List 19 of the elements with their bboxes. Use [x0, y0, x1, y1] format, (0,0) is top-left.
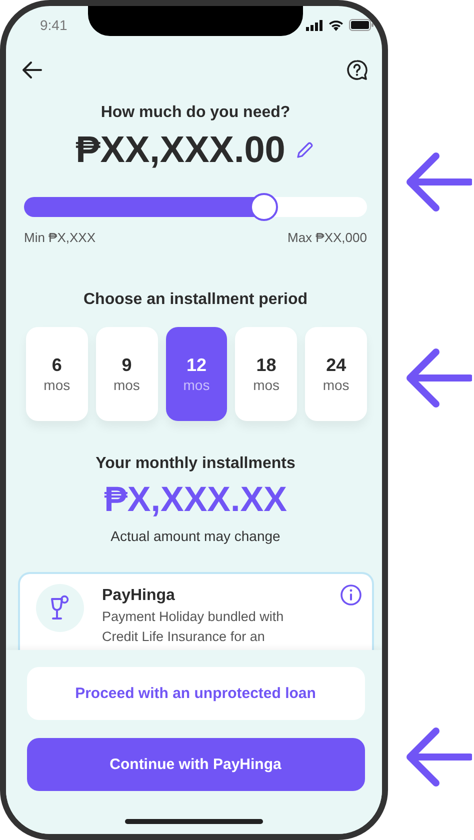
period-option[interactable]: 6 mos	[26, 327, 88, 421]
loan-amount: ₱XX,XXX.00	[76, 128, 286, 172]
continue-button[interactable]: Continue with PayHinga	[26, 738, 364, 791]
min-label: Min ₱X,XXX	[24, 230, 96, 246]
period-option[interactable]: 24 mos	[305, 327, 367, 421]
amount-note: Actual amount may change	[110, 527, 282, 545]
card-description: Payment Holiday bundled with Credit Life Insurance for an	[102, 608, 285, 646]
status-time: 9:41	[40, 17, 68, 33]
period-title: Choose an installment period	[82, 290, 309, 310]
period-option[interactable]: 12 mos	[166, 327, 228, 421]
protection-card[interactable]: PayHinga Payment Holiday bundled with Credit Life Insurance for an	[18, 572, 374, 652]
period-option[interactable]: 9 mos	[96, 327, 158, 421]
period-option[interactable]: 18 mos	[235, 327, 298, 421]
card-title: PayHinga	[102, 586, 176, 606]
monthly-title: Your monthly installments	[94, 454, 296, 474]
proceed-button[interactable]: Proceed with an unprotected loan	[26, 667, 364, 720]
amount-title: How much do you need?	[100, 103, 292, 123]
max-label: Max ₱XX,000	[288, 230, 367, 246]
monthly-amount: ₱X,XXX.XX	[103, 480, 288, 520]
